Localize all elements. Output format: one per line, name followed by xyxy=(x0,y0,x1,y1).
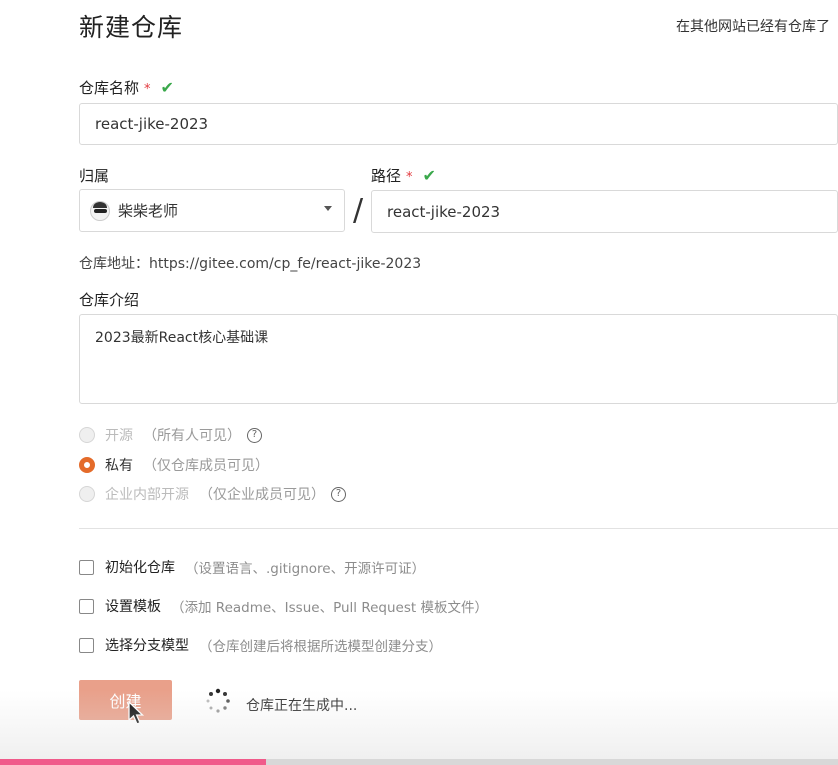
option-init-repo-hint: （设置语言、.gitignore、开源许可证） xyxy=(185,561,426,577)
repo-name-value: react-jike-2023 xyxy=(95,115,209,133)
page-title: 新建仓库 xyxy=(79,13,184,42)
owner-value: 柴柴老师 xyxy=(118,202,179,220)
path-label-text: 路径 xyxy=(371,167,402,185)
divider xyxy=(79,528,838,529)
path-input[interactable]: react-jike-2023 xyxy=(371,190,838,233)
radio-enterprise xyxy=(79,486,95,502)
repo-address-value: https://gitee.com/cp_fe/react-jike-2023 xyxy=(149,256,422,272)
option-template[interactable]: 设置模板 （添加 Readme、Issue、Pull Request 模板文件） xyxy=(79,596,488,616)
visibility-public-label: 开源 xyxy=(105,428,133,444)
check-icon: ✔ xyxy=(160,78,174,97)
caret-down-icon xyxy=(324,206,332,211)
loading-spinner-icon xyxy=(206,688,230,713)
owner-select[interactable]: 柴柴老师 xyxy=(79,189,345,232)
help-icon[interactable]: ? xyxy=(247,427,262,443)
option-template-label: 设置模板 xyxy=(105,599,161,615)
video-progress-bar[interactable] xyxy=(0,759,838,765)
path-value: react-jike-2023 xyxy=(387,202,501,221)
visibility-private-hint: （仅仓库成员可见） xyxy=(143,458,269,474)
option-branch-model[interactable]: 选择分支模型 （仓库创建后将根据所选模型创建分支） xyxy=(79,635,442,655)
required-mark: * xyxy=(406,170,413,185)
option-init-repo[interactable]: 初始化仓库 （设置语言、.gitignore、开源许可证） xyxy=(79,557,425,577)
import-repo-link[interactable]: 在其他网站已经有仓库了 xyxy=(676,16,830,36)
checkbox[interactable] xyxy=(79,559,94,575)
option-branch-model-hint: （仓库创建后将根据所选模型创建分支） xyxy=(199,639,442,655)
visibility-private[interactable]: 私有 （仅仓库成员可见） xyxy=(79,455,269,475)
visibility-public: 开源 （所有人可见） ? xyxy=(79,425,262,445)
description-textarea[interactable]: 2023最新React核心基础课 xyxy=(79,314,838,404)
repo-name-label: 仓库名称 * ✔ xyxy=(79,77,174,98)
radio-private[interactable] xyxy=(79,457,95,473)
visibility-enterprise: 企业内部开源 （仅企业成员可见） ? xyxy=(79,484,346,504)
checkbox[interactable] xyxy=(79,598,94,614)
option-branch-model-label: 选择分支模型 xyxy=(105,638,189,654)
creating-status: 仓库正在生成中... xyxy=(246,698,358,714)
description-value: 2023最新React核心基础课 xyxy=(95,330,269,346)
description-label: 仓库介绍 xyxy=(79,291,140,309)
visibility-public-hint: （所有人可见） xyxy=(143,428,241,444)
avatar xyxy=(90,200,110,221)
video-progress-fill xyxy=(0,759,266,765)
path-separator: / xyxy=(353,193,364,228)
repo-address-label: 仓库地址： xyxy=(79,256,149,272)
option-template-hint: （添加 Readme、Issue、Pull Request 模板文件） xyxy=(171,600,488,616)
owner-label: 归属 xyxy=(79,167,110,185)
radio-public xyxy=(79,427,95,443)
checkbox[interactable] xyxy=(79,637,94,653)
repo-name-input[interactable]: react-jike-2023 xyxy=(79,103,838,145)
help-icon[interactable]: ? xyxy=(331,486,346,502)
option-init-repo-label: 初始化仓库 xyxy=(105,560,175,576)
mouse-cursor-icon xyxy=(128,701,145,725)
visibility-private-label: 私有 xyxy=(105,458,133,474)
visibility-enterprise-label: 企业内部开源 xyxy=(105,487,189,503)
required-mark: * xyxy=(144,82,151,97)
create-button[interactable]: 创建 xyxy=(79,680,172,720)
repo-name-label-text: 仓库名称 xyxy=(79,79,140,97)
path-label: 路径 * ✔ xyxy=(371,165,436,186)
check-icon: ✔ xyxy=(422,166,436,185)
repo-address: 仓库地址：https://gitee.com/cp_fe/react-jike-… xyxy=(79,253,421,273)
visibility-enterprise-hint: （仅企业成员可见） xyxy=(199,487,325,503)
